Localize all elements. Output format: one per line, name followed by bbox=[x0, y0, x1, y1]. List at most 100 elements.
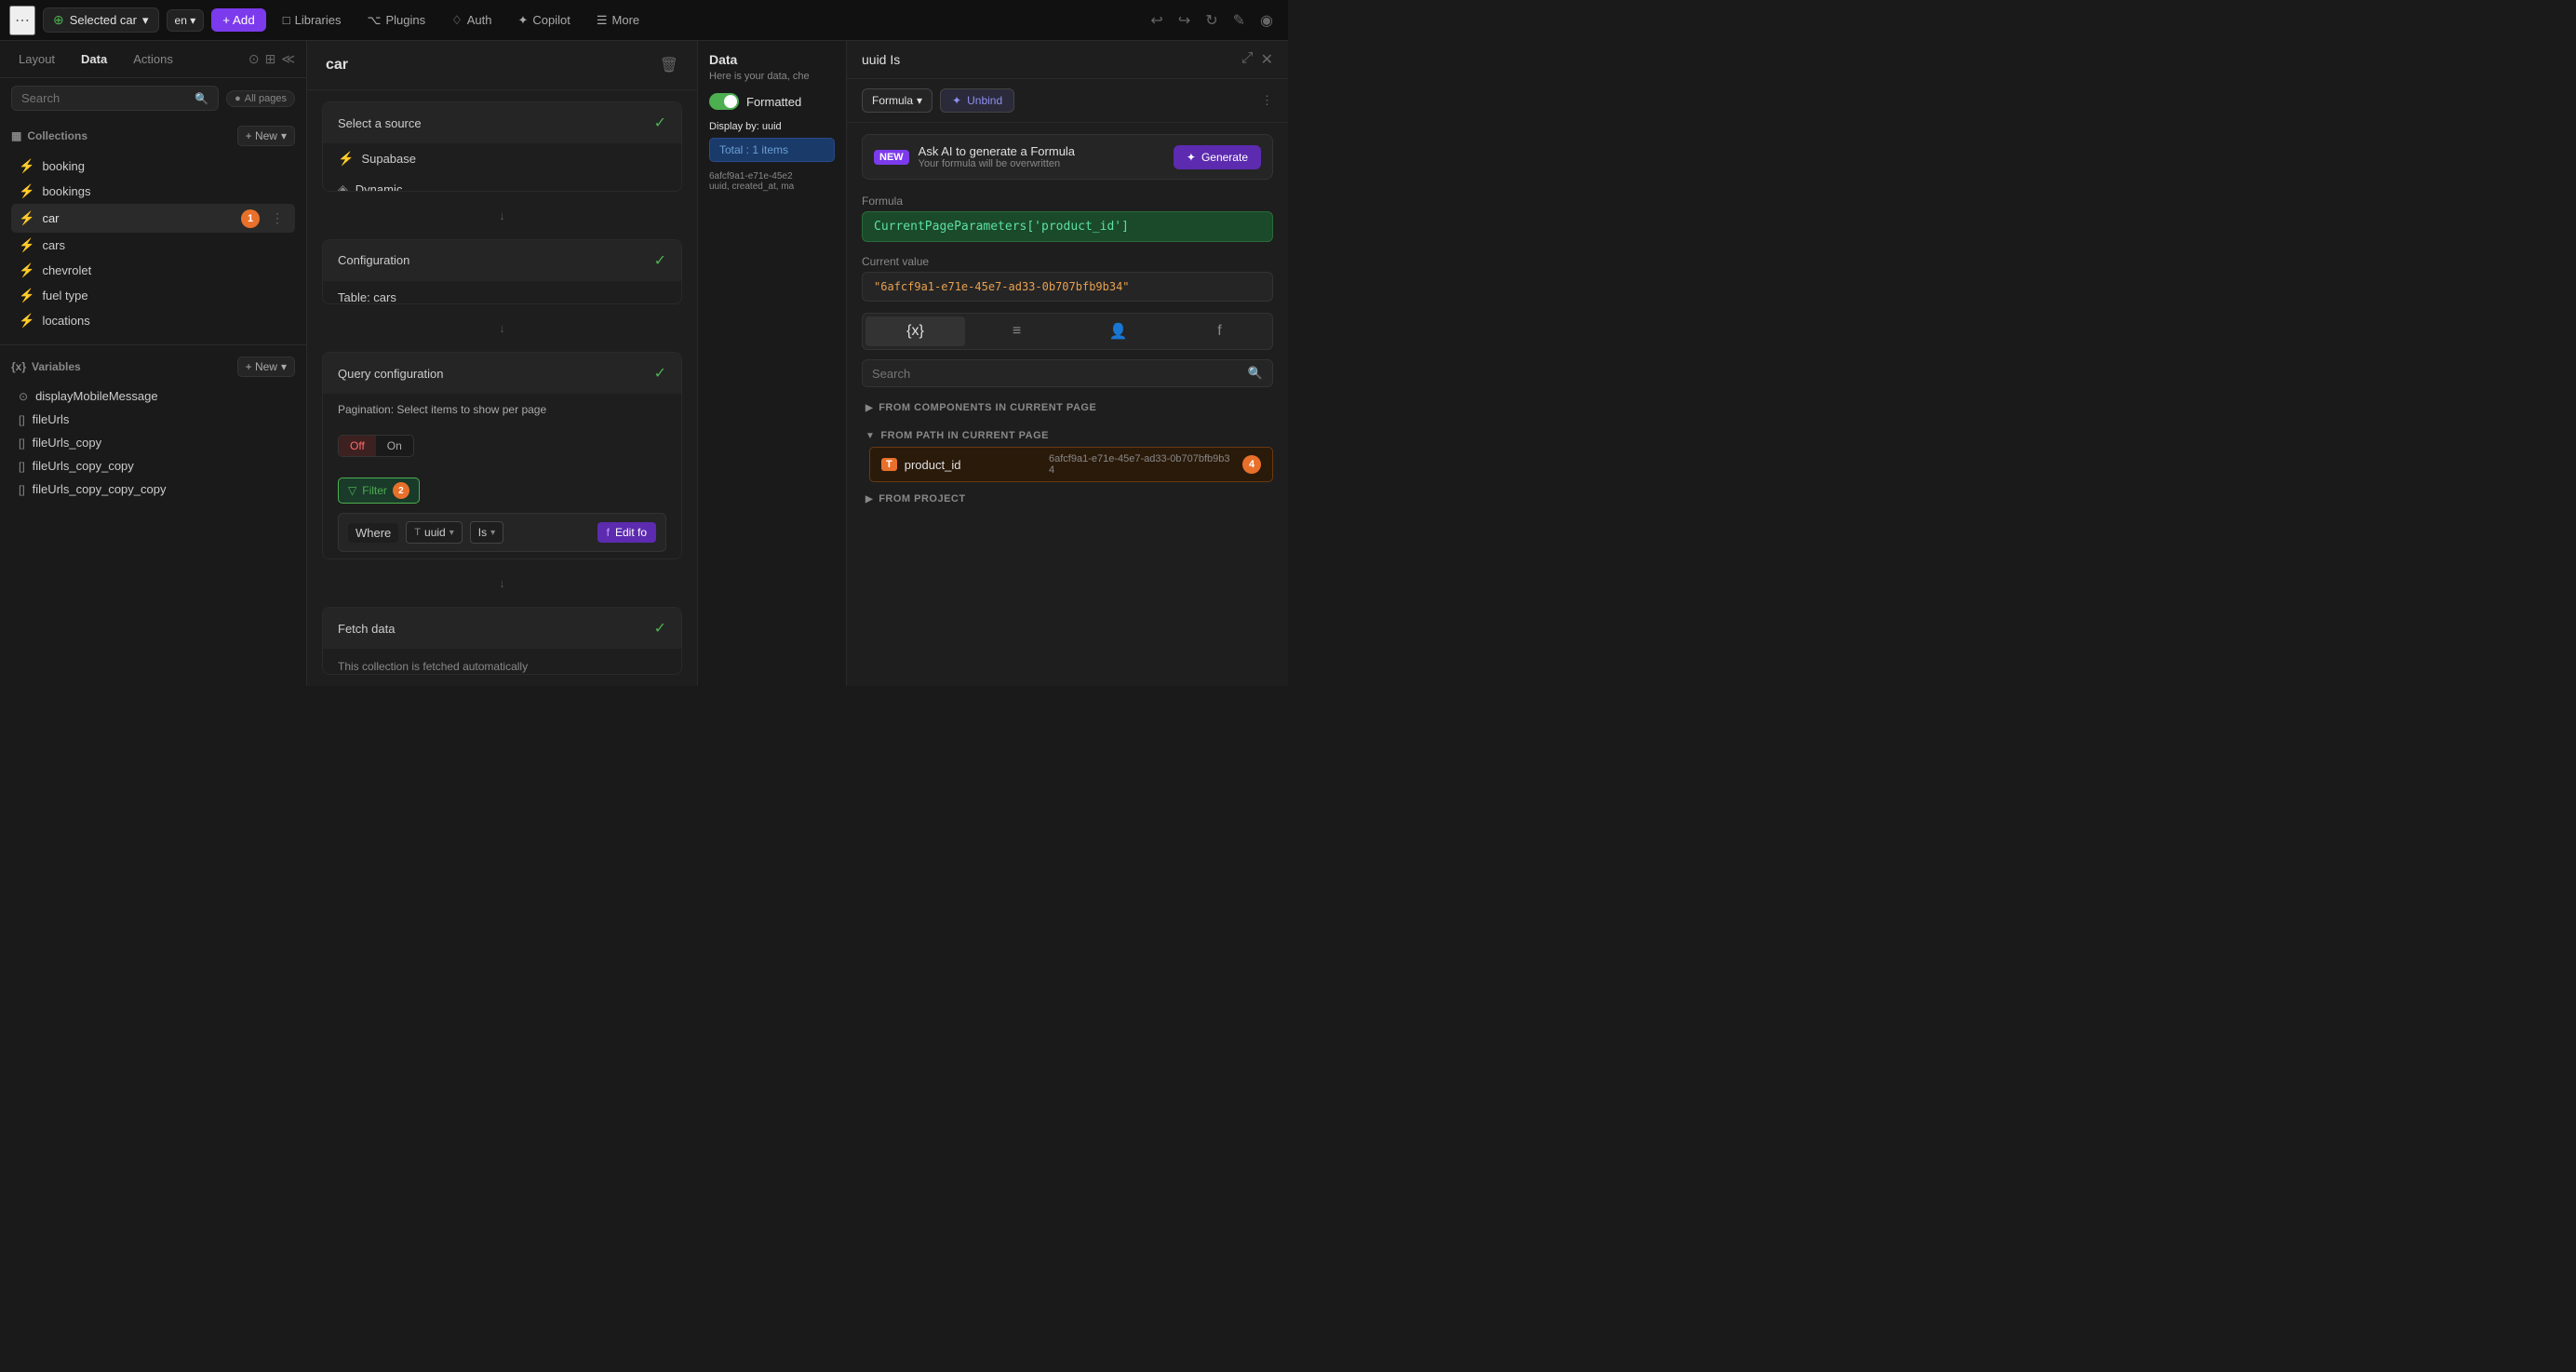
expand-icon[interactable]: ⤢ bbox=[1241, 50, 1254, 69]
condition-selector[interactable]: Is ▾ bbox=[470, 521, 503, 544]
formula-tree: ▶ FROM COMPONENTS IN CURRENT PAGE ▼ FROM… bbox=[847, 397, 1288, 686]
variable-fileUrls-copy-copy[interactable]: [] fileUrls_copy_copy bbox=[11, 454, 295, 478]
tree-section-path-header[interactable]: ▼ FROM PATH IN CURRENT PAGE bbox=[862, 424, 1273, 447]
generate-button[interactable]: ✦ Generate bbox=[1174, 145, 1261, 169]
pagination-off-button[interactable]: Off bbox=[339, 436, 376, 456]
collection-booking[interactable]: ⚡ booking bbox=[11, 154, 295, 179]
collection-locations[interactable]: ⚡ locations bbox=[11, 308, 295, 333]
formula-tabs: {x} ≡ 👤 f bbox=[862, 313, 1273, 350]
collection-fuel-type[interactable]: ⚡ fuel type bbox=[11, 283, 295, 308]
query-config-header: Query configuration ✓ bbox=[323, 353, 681, 394]
topbar: ⋯ ⊕ Selected car ▾ en ▾ + Add □ Librarie… bbox=[0, 0, 1288, 41]
collection-cars[interactable]: ⚡ cars bbox=[11, 233, 295, 258]
formula-panel: uuid Is ⤢ ✕ Formula ▾ ✦ Unbind ⋮ NEW Ask… bbox=[847, 41, 1288, 686]
collection-car[interactable]: ⚡ car 1 ⋮ bbox=[11, 204, 295, 233]
check-icon: ✓ bbox=[654, 251, 666, 270]
app-selector[interactable]: ⊕ Selected car ▾ bbox=[43, 7, 159, 33]
collapse-icon[interactable]: ≪ bbox=[281, 51, 295, 67]
formula-source-selector[interactable]: Formula ▾ bbox=[862, 88, 932, 113]
close-icon[interactable]: ✕ bbox=[1261, 50, 1273, 69]
menu-dots-button[interactable]: ⋯ bbox=[9, 6, 35, 35]
plugins-button[interactable]: ⌥ Plugins bbox=[357, 8, 435, 33]
chevron-down-icon: ▾ bbox=[281, 360, 287, 373]
chevron-down-icon: ▾ bbox=[449, 528, 454, 538]
filter-badge-button[interactable]: ▽ Filter 2 bbox=[338, 478, 420, 504]
formula-label: Formula bbox=[847, 191, 1288, 211]
add-button[interactable]: + Add bbox=[211, 8, 265, 32]
tab-layout[interactable]: Layout bbox=[11, 48, 62, 70]
all-pages-filter[interactable]: ● All pages bbox=[226, 90, 295, 107]
variables-new-button[interactable]: + New ▾ bbox=[237, 356, 295, 377]
collections-title: ▦ Collections bbox=[11, 129, 87, 142]
collections-header: ▦ Collections + New ▾ bbox=[11, 126, 295, 146]
check-icon: ✓ bbox=[654, 619, 666, 638]
language-selector[interactable]: en ▾ bbox=[167, 9, 205, 32]
delete-button[interactable]: 🗑 bbox=[660, 56, 678, 74]
search-input[interactable] bbox=[21, 91, 189, 105]
variable-fileUrls-copy-copy-copy[interactable]: [] fileUrls_copy_copy_copy bbox=[11, 478, 295, 501]
formatted-switch[interactable] bbox=[709, 93, 739, 110]
source-dynamic[interactable]: ◈ Dynamic bbox=[323, 174, 681, 192]
field-selector[interactable]: T uuid ▾ bbox=[406, 521, 462, 544]
filter-count-badge: 2 bbox=[393, 482, 409, 499]
query-config-title: Query configuration bbox=[338, 367, 443, 381]
tab-actions[interactable]: Actions bbox=[126, 48, 181, 70]
sidebar-tabs: Layout Data Actions ⊙ ⊞ ≪ bbox=[0, 41, 306, 78]
auth-button[interactable]: ♢ Auth bbox=[442, 8, 501, 33]
formula-input[interactable]: CurrentPageParameters['product_id'] bbox=[862, 211, 1273, 242]
preview-button[interactable]: ◉ bbox=[1254, 6, 1279, 35]
tab-data[interactable]: Data bbox=[74, 48, 114, 70]
step-badge: 4 bbox=[1242, 455, 1261, 474]
left-sidebar: Layout Data Actions ⊙ ⊞ ≪ 🔍 ● All pages bbox=[0, 41, 307, 686]
database-icon: ▦ bbox=[11, 129, 21, 142]
formula-search: 🔍 bbox=[862, 359, 1273, 387]
dynamic-icon: ◈ bbox=[338, 182, 348, 192]
edit-button[interactable]: ✎ bbox=[1228, 6, 1251, 35]
libraries-button[interactable]: □ Libraries bbox=[274, 8, 351, 32]
lightning-icon: ⚡ bbox=[19, 237, 34, 253]
search-icon: 🔍 bbox=[195, 92, 208, 105]
collections-new-button[interactable]: + New ▾ bbox=[237, 126, 295, 146]
configuration-content: Table: cars bbox=[323, 281, 681, 304]
split-icon[interactable]: ⊞ bbox=[265, 51, 276, 67]
collection-bookings[interactable]: ⚡ bookings bbox=[11, 179, 295, 204]
redo-button[interactable]: ↪ bbox=[1173, 6, 1196, 35]
chevron-down-icon: ▾ bbox=[917, 94, 922, 107]
more-button[interactable]: ⋮ bbox=[1261, 93, 1273, 108]
tree-item-product-id[interactable]: T product_id 6afcf9a1-e71e-45e7-ad33-0b7… bbox=[869, 447, 1273, 482]
tab-user[interactable]: 👤 bbox=[1068, 316, 1168, 346]
variable-fileUrls[interactable]: [] fileUrls bbox=[11, 408, 295, 431]
pagination-on-button[interactable]: On bbox=[376, 436, 413, 456]
variable-fileUrls-copy[interactable]: [] fileUrls_copy bbox=[11, 431, 295, 454]
middle-header: car 🗑 bbox=[307, 41, 697, 90]
chevron-right-icon: ▶ bbox=[865, 494, 873, 504]
configuration-title: Configuration bbox=[338, 253, 409, 267]
formula-search-input[interactable] bbox=[872, 367, 1242, 381]
copilot-button[interactable]: ✦ Copilot bbox=[508, 8, 579, 33]
undo-button[interactable]: ↩ bbox=[1145, 6, 1168, 35]
unbind-button[interactable]: ✦ Unbind bbox=[940, 88, 1014, 113]
source-supabase[interactable]: ⚡ Supabase bbox=[323, 143, 681, 174]
total-items-button[interactable]: Total : 1 items bbox=[709, 138, 835, 162]
chevron-down-icon: ▾ bbox=[142, 13, 149, 28]
ai-generate-section: NEW Ask AI to generate a Formula Your fo… bbox=[862, 134, 1273, 180]
select-source-title: Select a source bbox=[338, 116, 422, 130]
tab-variables[interactable]: {x} bbox=[865, 316, 965, 346]
type-icon: T bbox=[881, 458, 897, 471]
variable-displayMobileMessage[interactable]: ⊙ displayMobileMessage bbox=[11, 384, 295, 408]
collection-chevrolet[interactable]: ⚡ chevrolet bbox=[11, 258, 295, 283]
tree-section-components-header[interactable]: ▶ FROM COMPONENTS IN CURRENT PAGE bbox=[862, 397, 1273, 419]
edit-formula-button[interactable]: f Edit fo bbox=[597, 522, 656, 543]
collection-more-button[interactable]: ⋮ bbox=[267, 208, 288, 228]
filter-section: ▽ Filter 2 Where T uuid ▾ Is ▾ bbox=[323, 466, 681, 559]
current-value-label: Current value bbox=[847, 251, 1288, 272]
settings-icon[interactable]: ⊙ bbox=[248, 51, 260, 67]
chevron-right-icon: ▶ bbox=[865, 403, 873, 413]
tab-data[interactable]: ≡ bbox=[967, 316, 1067, 346]
tab-function[interactable]: f bbox=[1170, 316, 1269, 346]
collection-title: car bbox=[326, 57, 348, 74]
chevron-down-icon: ▾ bbox=[281, 129, 287, 142]
refresh-button[interactable]: ↻ bbox=[1200, 6, 1223, 35]
more-button[interactable]: ☰ More bbox=[587, 8, 649, 33]
tree-section-project-header[interactable]: ▶ FROM PROJECT bbox=[862, 488, 1273, 510]
